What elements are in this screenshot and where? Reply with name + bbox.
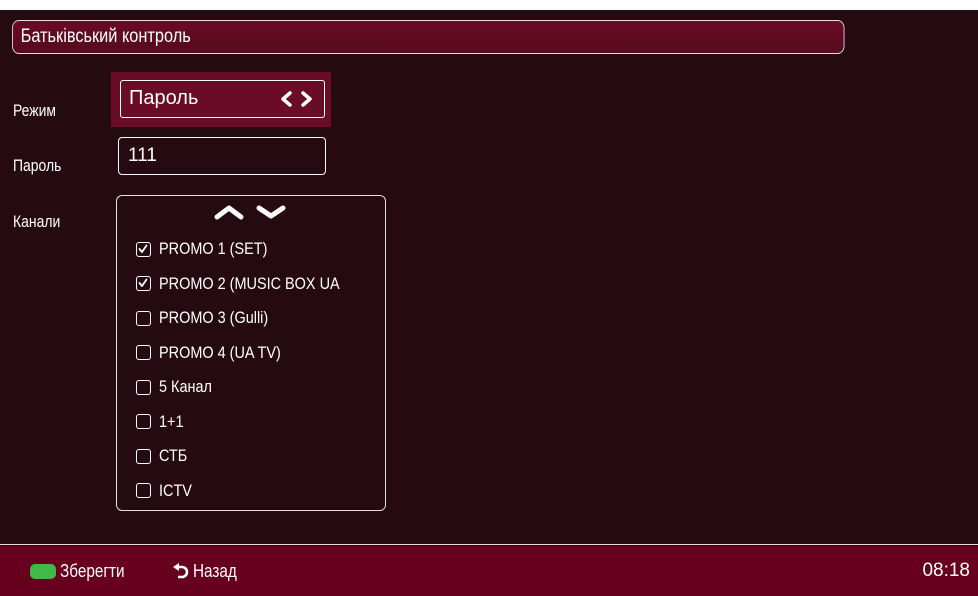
channel-name: PROMO 3 (Gulli) — [159, 308, 269, 328]
channels-label: Канали — [13, 212, 61, 231]
channel-name: 1+1 — [159, 411, 184, 431]
mode-value: Пароль — [129, 87, 199, 109]
password-field[interactable]: 111 — [118, 137, 326, 175]
channel-name: PROMO 4 (UA TV) — [159, 342, 281, 362]
channel-item[interactable]: PROMO 4 (UA TV) — [136, 336, 372, 371]
channel-name: 5 Канал — [159, 377, 212, 397]
channel-item[interactable]: 5 Канал — [136, 370, 372, 405]
channel-item[interactable]: ICTV — [136, 474, 372, 509]
page-title: Батьківський контроль — [12, 20, 845, 54]
footer-divider — [0, 544, 978, 545]
password-label: Пароль — [13, 156, 62, 175]
checkbox-unchecked[interactable] — [136, 379, 151, 395]
checkbox-checked[interactable] — [136, 241, 151, 257]
channel-item[interactable]: 1+1 — [136, 405, 372, 440]
mode-label: Режим — [13, 101, 56, 120]
save-button[interactable]: Зберегти — [30, 546, 136, 596]
scroll-arrows — [214, 205, 286, 220]
checkmark-icon — [138, 244, 148, 253]
channel-list: PROMO 1 (SET) PROMO 2 (MUSIC BOX UA PROMO … — [136, 232, 372, 508]
channel-name: PROMO 2 (MUSIC BOX UA — [159, 273, 340, 293]
channel-item[interactable]: PROMO 1 (SET) — [136, 232, 372, 267]
save-label: Зберегти — [60, 560, 125, 581]
channel-list-box[interactable]: PROMO 1 (SET) PROMO 2 (MUSIC BOX UA PROMO … — [116, 195, 386, 511]
checkbox-unchecked[interactable] — [136, 345, 151, 361]
tv-screen: Батьківський контроль Режим Пароль Парол… — [0, 10, 978, 596]
checkbox-unchecked[interactable] — [136, 414, 151, 430]
channel-item[interactable]: PROMO 2 (MUSIC BOX UA — [136, 267, 372, 302]
channel-name: СТБ — [159, 446, 188, 466]
clock: 08:18 — [922, 560, 970, 581]
checkbox-checked[interactable] — [136, 276, 151, 292]
back-label: Назад — [193, 560, 237, 581]
checkbox-unchecked[interactable] — [136, 483, 151, 499]
mode-selector[interactable]: Пароль — [120, 80, 325, 118]
checkmark-icon — [138, 278, 148, 288]
chevron-up-icon[interactable] — [214, 205, 244, 220]
footer-bar: Зберегти Назад 08:18 — [0, 546, 978, 596]
channel-name: PROMO 1 (SET) — [159, 239, 268, 259]
channel-item[interactable]: СТБ — [136, 439, 372, 474]
channel-item[interactable]: PROMO 3 (Gulli) — [136, 301, 372, 336]
chevron-down-icon[interactable] — [256, 205, 286, 219]
channel-name: ICTV — [159, 480, 192, 500]
checkbox-unchecked[interactable] — [136, 448, 151, 464]
green-key-icon — [30, 563, 56, 579]
back-button[interactable]: Назад — [172, 546, 245, 596]
left-right-chevrons-icon[interactable] — [278, 90, 316, 108]
back-arrow-icon — [173, 563, 189, 579]
checkbox-unchecked[interactable] — [136, 310, 151, 326]
